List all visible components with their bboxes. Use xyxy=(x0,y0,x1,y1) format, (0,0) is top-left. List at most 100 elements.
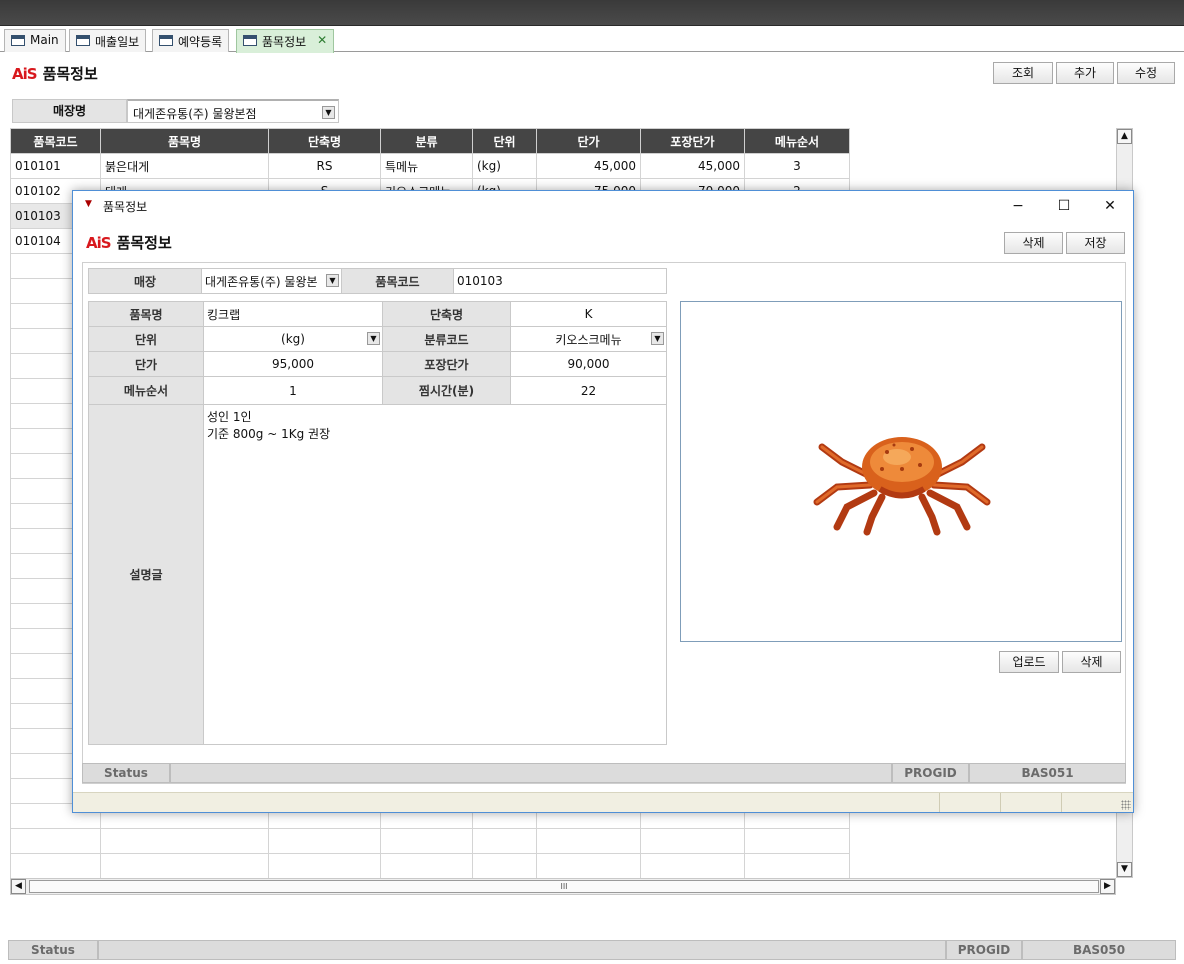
edit-button[interactable]: 수정 xyxy=(1117,62,1175,84)
tab-bar: Main 매출일보 예약등록 품목정보 ✕ xyxy=(0,26,1184,53)
add-button[interactable]: 추가 xyxy=(1056,62,1114,84)
window-icon xyxy=(11,35,25,46)
grid-cell[interactable] xyxy=(472,828,537,854)
close-icon[interactable]: ✕ xyxy=(317,33,327,47)
grid-cell[interactable] xyxy=(10,828,101,854)
column-header[interactable]: 단가 xyxy=(536,128,641,154)
grid-header-row: 품목코드 품목명 단축명 분류 단위 단가 포장단가 메뉴순서 xyxy=(10,128,850,154)
grid-cell[interactable] xyxy=(640,853,745,879)
window-icon xyxy=(159,35,173,46)
grid-cell[interactable]: 45,000 xyxy=(640,153,745,179)
dialog-title: 품목정보 xyxy=(116,234,172,252)
dialog-window-title: 품목정보 xyxy=(103,200,148,214)
grid-cell[interactable] xyxy=(10,853,101,879)
price-field[interactable]: 95,000 xyxy=(203,351,383,377)
scroll-left-icon[interactable]: ◀ xyxy=(11,879,26,894)
description-line: 성인 1인 xyxy=(207,410,252,424)
tab-label: Main xyxy=(30,33,59,47)
grid-cell[interactable] xyxy=(268,853,381,879)
scroll-thumb[interactable]: III xyxy=(29,880,1099,893)
grid-cell[interactable]: 010101 xyxy=(10,153,101,179)
store-select[interactable]: 대게존유통(주) 물왕본 ▼ xyxy=(201,268,342,294)
grid-cell[interactable] xyxy=(100,853,269,879)
store-select[interactable]: 대게존유통(주) 물왕본점 ▼ xyxy=(127,99,339,123)
column-header[interactable]: 품목명 xyxy=(100,128,269,154)
unit-select[interactable]: (kg) ▼ xyxy=(203,326,383,352)
scroll-down-icon[interactable]: ▼ xyxy=(1117,862,1132,877)
grid-cell[interactable] xyxy=(472,853,537,879)
grid-cell[interactable] xyxy=(536,828,641,854)
description-textarea[interactable]: 성인 1인 기준 800g ~ 1Kg 권장 xyxy=(203,404,667,745)
store-select-value: 대게존유통(주) 물왕본 xyxy=(205,274,318,289)
column-header[interactable]: 메뉴순서 xyxy=(744,128,850,154)
scroll-up-icon[interactable]: ▲ xyxy=(1117,129,1132,144)
description-line: 기준 800g ~ 1Kg 권장 xyxy=(207,427,331,441)
store-filter-label: 매장명 xyxy=(12,99,127,123)
column-header[interactable]: 분류 xyxy=(380,128,473,154)
grid-cell[interactable] xyxy=(744,853,850,879)
grid-cell[interactable] xyxy=(640,828,745,854)
grid-cell[interactable] xyxy=(536,853,641,879)
category-label: 분류코드 xyxy=(382,326,511,352)
upload-button[interactable]: 업로드 xyxy=(999,651,1059,673)
grid-cell[interactable]: (kg) xyxy=(472,153,537,179)
table-row[interactable] xyxy=(10,828,850,854)
delete-button[interactable]: 삭제 xyxy=(1004,232,1063,254)
scroll-right-icon[interactable]: ▶ xyxy=(1100,879,1115,894)
steam-time-field[interactable]: 22 xyxy=(510,376,667,405)
column-header[interactable]: 단위 xyxy=(472,128,537,154)
king-crab-image xyxy=(813,437,991,536)
tab-reservation[interactable]: 예약등록 xyxy=(152,29,230,52)
column-header[interactable]: 포장단가 xyxy=(640,128,745,154)
name-field[interactable]: 킹크랩 xyxy=(203,301,383,327)
close-icon[interactable]: ✕ xyxy=(1095,195,1125,217)
table-row[interactable] xyxy=(10,853,850,879)
progid-value: BAS051 xyxy=(969,763,1126,783)
horizontal-scrollbar[interactable]: ◀ III ▶ xyxy=(10,878,1116,895)
store-select-value: 대게존유통(주) 물왕본점 xyxy=(133,107,257,121)
strip-divider xyxy=(1061,793,1062,812)
resize-grip-icon[interactable] xyxy=(1121,800,1131,810)
ais-logo: AiS xyxy=(86,233,112,252)
tab-label: 품목정보 xyxy=(262,35,307,49)
chevron-down-icon[interactable]: ▼ xyxy=(326,274,339,287)
column-header[interactable]: 품목코드 xyxy=(10,128,101,154)
grid-cell[interactable]: 붉은대게 xyxy=(100,153,269,179)
status-text xyxy=(170,763,892,783)
dialog-status-bar: Status PROGID BAS051 xyxy=(82,763,1126,783)
minimize-icon[interactable]: − xyxy=(1003,195,1033,217)
grid-cell[interactable] xyxy=(100,828,269,854)
image-delete-button[interactable]: 삭제 xyxy=(1062,651,1121,673)
grid-cell[interactable] xyxy=(380,853,473,879)
search-button[interactable]: 조회 xyxy=(993,62,1053,84)
grid-cell[interactable]: 특메뉴 xyxy=(380,153,473,179)
table-row[interactable]: 010101 붉은대게 RS 특메뉴 (kg) 45,000 45,000 3 xyxy=(10,153,850,179)
window-icon xyxy=(243,35,257,46)
tab-item-info[interactable]: 품목정보 ✕ xyxy=(236,29,335,53)
pack-price-field[interactable]: 90,000 xyxy=(510,351,667,377)
grid-cell[interactable]: 45,000 xyxy=(536,153,641,179)
maximize-icon[interactable]: ☐ xyxy=(1049,195,1079,217)
tab-sales-daily[interactable]: 매출일보 xyxy=(69,29,147,52)
pack-price-label: 포장단가 xyxy=(382,351,511,377)
save-button[interactable]: 저장 xyxy=(1066,232,1125,254)
short-name-field[interactable]: K xyxy=(510,301,667,327)
status-text xyxy=(98,940,946,960)
grid-cell[interactable] xyxy=(268,828,381,854)
menu-order-field[interactable]: 1 xyxy=(203,376,383,405)
item-code-field[interactable]: 010103 xyxy=(453,268,667,294)
menu-caret-icon[interactable]: ▼ xyxy=(85,199,92,209)
short-name-label: 단축명 xyxy=(382,301,511,327)
grid-cell[interactable] xyxy=(744,828,850,854)
grid-cell[interactable]: RS xyxy=(268,153,381,179)
status-label: Status xyxy=(8,940,98,960)
column-header[interactable]: 단축명 xyxy=(268,128,381,154)
tab-main[interactable]: Main xyxy=(4,29,66,52)
chevron-down-icon[interactable]: ▼ xyxy=(367,332,380,345)
grid-cell[interactable] xyxy=(380,828,473,854)
chevron-down-icon[interactable]: ▼ xyxy=(651,332,664,345)
chevron-down-icon[interactable]: ▼ xyxy=(322,106,335,119)
grid-cell[interactable]: 3 xyxy=(744,153,850,179)
category-select[interactable]: 키오스크메뉴 ▼ xyxy=(510,326,667,352)
dialog-titlebar[interactable]: ▼ 품목정보 − ☐ ✕ xyxy=(73,191,1133,221)
